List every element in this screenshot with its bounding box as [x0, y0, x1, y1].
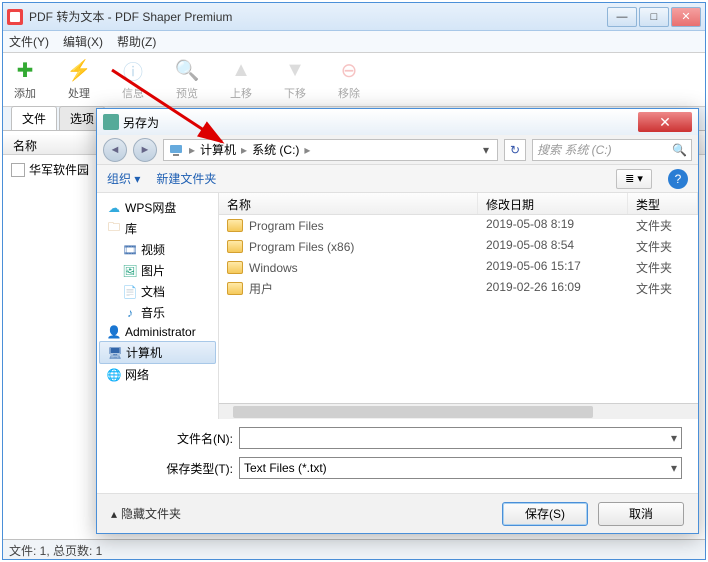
app-icon	[7, 9, 23, 25]
save-dialog: 另存为 ✕ ◄ ► ▸ 计算机 ▸ 系统 (C:) ▸ ▾ ↻ 搜索 系统 (C…	[96, 108, 699, 534]
lightning-icon: ⚡	[67, 59, 91, 83]
tree-network[interactable]: 🌐网络	[99, 364, 216, 385]
file-list-header: 名称 修改日期 类型	[219, 193, 698, 215]
file-list-panel: 名称 修改日期 类型 Program Files2019-05-08 8:19文…	[219, 193, 698, 419]
table-row[interactable]: Windows2019-05-06 15:17文件夹	[219, 257, 698, 278]
chevron-right-icon: ▸	[301, 143, 313, 157]
statusbar: 文件: 1, 总页数: 1	[3, 539, 705, 559]
nav-row: ◄ ► ▸ 计算机 ▸ 系统 (C:) ▸ ▾ ↻ 搜索 系统 (C:) 🔍	[97, 135, 698, 165]
titlebar: PDF 转为文本 - PDF Shaper Premium — □ ✕	[3, 3, 705, 31]
refresh-button[interactable]: ↻	[504, 139, 526, 161]
folder-icon	[227, 282, 243, 295]
info-icon: ⓘ	[121, 59, 145, 83]
chevron-up-icon: ▴	[111, 507, 117, 521]
toolbar: ✚添加 ⚡处理 ⓘ信息 🔍预览 ▲上移 ▼下移 ⊖移除	[3, 53, 705, 107]
help-button[interactable]: ?	[668, 169, 688, 189]
savetype-value: Text Files (*.txt)	[244, 461, 327, 475]
dialog-title: 另存为	[123, 114, 638, 131]
cancel-button[interactable]: 取消	[598, 502, 684, 526]
info-button[interactable]: ⓘ信息	[121, 59, 145, 101]
menu-file[interactable]: 文件(Y)	[9, 33, 49, 50]
search-input[interactable]: 搜索 系统 (C:) 🔍	[532, 139, 692, 161]
minus-icon: ⊖	[337, 59, 361, 83]
network-icon: 🌐	[107, 368, 121, 382]
tree-wps[interactable]: ☁WPS网盘	[99, 197, 216, 218]
computer-icon	[168, 142, 184, 158]
preview-button[interactable]: 🔍预览	[175, 59, 199, 101]
list-item-label: 华军软件园	[29, 161, 89, 178]
filename-label: 文件名(N):	[157, 430, 239, 447]
savetype-field[interactable]: Text Files (*.txt)	[239, 457, 682, 479]
filename-field[interactable]	[239, 427, 682, 449]
music-icon: ♪	[123, 306, 137, 320]
folder-icon	[227, 240, 243, 253]
organize-menu[interactable]: 组织 ▾	[107, 170, 140, 187]
menubar: 文件(Y) 编辑(X) 帮助(Z)	[3, 31, 705, 53]
folder-icon	[227, 261, 243, 274]
library-icon: 🗀	[107, 222, 121, 236]
tree-documents[interactable]: 📄文档	[99, 281, 216, 302]
dialog-footer: ▴隐藏文件夹 保存(S) 取消	[97, 493, 698, 533]
maximize-button[interactable]: □	[639, 7, 669, 27]
col-date[interactable]: 修改日期	[478, 193, 628, 214]
menu-edit[interactable]: 编辑(X)	[63, 33, 103, 50]
process-button[interactable]: ⚡处理	[67, 59, 91, 101]
table-row[interactable]: Program Files2019-05-08 8:19文件夹	[219, 215, 698, 236]
table-row[interactable]: 用户2019-02-26 16:09文件夹	[219, 278, 698, 299]
video-icon: 🎞	[123, 243, 137, 257]
form-area: 文件名(N): 保存类型(T): Text Files (*.txt)	[97, 419, 698, 493]
file-icon	[11, 163, 25, 177]
breadcrumb-dropdown[interactable]: ▾	[479, 143, 493, 157]
view-button[interactable]: ≣ ▾	[616, 169, 652, 189]
hide-folders-link[interactable]: ▴隐藏文件夹	[111, 505, 181, 522]
moveup-button[interactable]: ▲上移	[229, 59, 253, 101]
dialog-toolbar: 组织 ▾ 新建文件夹 ≣ ▾ ?	[97, 165, 698, 193]
remove-button[interactable]: ⊖移除	[337, 59, 361, 101]
minimize-button[interactable]: —	[607, 7, 637, 27]
breadcrumb[interactable]: ▸ 计算机 ▸ 系统 (C:) ▸ ▾	[163, 139, 498, 161]
forward-button[interactable]: ►	[133, 138, 157, 162]
search-placeholder: 搜索 系统 (C:)	[537, 141, 612, 158]
arrow-up-icon: ▲	[229, 59, 253, 83]
search-icon: 🔍	[175, 59, 199, 83]
search-icon: 🔍	[672, 143, 687, 157]
dialog-close-button[interactable]: ✕	[638, 112, 692, 132]
dialog-icon	[103, 114, 119, 130]
tree-video[interactable]: 🎞视频	[99, 239, 216, 260]
h-scrollbar[interactable]	[219, 403, 698, 419]
window-title: PDF 转为文本 - PDF Shaper Premium	[29, 8, 605, 25]
cloud-icon: ☁	[107, 201, 121, 215]
col-type[interactable]: 类型	[628, 193, 698, 214]
chevron-right-icon: ▸	[238, 143, 250, 157]
tree-admin[interactable]: 👤Administrator	[99, 323, 216, 341]
table-row[interactable]: Program Files (x86)2019-05-08 8:54文件夹	[219, 236, 698, 257]
user-icon: 👤	[107, 325, 121, 339]
back-button[interactable]: ◄	[103, 138, 127, 162]
movedown-button[interactable]: ▼下移	[283, 59, 307, 101]
filename-input[interactable]	[244, 431, 671, 445]
col-name[interactable]: 名称	[219, 193, 478, 214]
dialog-titlebar: 另存为 ✕	[97, 109, 698, 135]
new-folder-button[interactable]: 新建文件夹	[156, 170, 216, 187]
document-icon: 📄	[123, 285, 137, 299]
savetype-label: 保存类型(T):	[157, 460, 239, 477]
add-button[interactable]: ✚添加	[13, 59, 37, 101]
close-button[interactable]: ✕	[671, 7, 701, 27]
chevron-right-icon: ▸	[186, 143, 198, 157]
save-button[interactable]: 保存(S)	[502, 502, 588, 526]
arrow-down-icon: ▼	[283, 59, 307, 83]
tree-pictures[interactable]: 🖼图片	[99, 260, 216, 281]
crumb-computer[interactable]: 计算机	[200, 141, 236, 158]
crumb-drive[interactable]: 系统 (C:)	[252, 141, 299, 158]
plus-icon: ✚	[13, 59, 37, 83]
tree-music[interactable]: ♪音乐	[99, 302, 216, 323]
nav-tree: ☁WPS网盘 🗀库 🎞视频 🖼图片 📄文档 ♪音乐 👤Administrator…	[97, 193, 219, 419]
computer-icon: 🖥	[108, 346, 122, 360]
image-icon: 🖼	[123, 264, 137, 278]
tree-library[interactable]: 🗀库	[99, 218, 216, 239]
tab-files[interactable]: 文件	[11, 106, 57, 130]
folder-icon	[227, 219, 243, 232]
menu-help[interactable]: 帮助(Z)	[117, 33, 156, 50]
tree-computer[interactable]: 🖥计算机	[99, 341, 216, 364]
